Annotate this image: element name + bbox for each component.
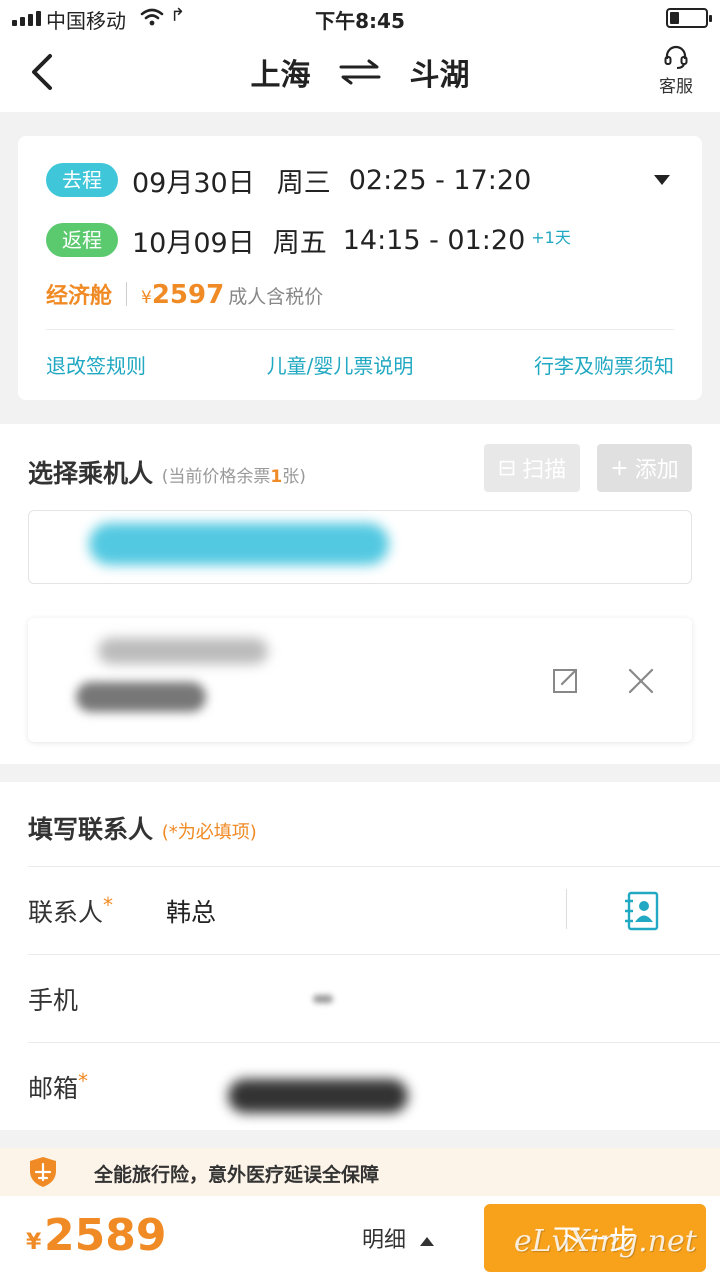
fare-note: 成人含税价 — [228, 286, 324, 308]
fare-currency: ¥ — [141, 288, 152, 308]
passenger-title: 选择乘机人 (当前价格余票1张) — [28, 454, 306, 490]
contact-name-field[interactable]: 韩总 — [166, 893, 216, 929]
contact-name-label: 联系人* — [28, 893, 113, 929]
add-label: 添加 — [634, 458, 679, 483]
fare-divider — [126, 282, 128, 306]
outbound-times: 02:25 - 17:20 — [348, 164, 532, 196]
field-divider — [566, 889, 567, 929]
email-label: 邮箱* — [28, 1069, 88, 1105]
return-date: 10月09日 — [132, 227, 255, 259]
service-label: 客服 — [659, 77, 693, 97]
delete-icon[interactable] — [628, 668, 654, 694]
fare-price: 2597 — [151, 280, 225, 310]
return-weekday: 周五 — [272, 227, 327, 259]
add-passenger-button[interactable]: + 添加 — [597, 444, 692, 492]
caret-up-icon — [420, 1236, 435, 1246]
swap-arrows-icon — [339, 59, 381, 85]
remaining-suffix: 张) — [282, 467, 306, 487]
headset-icon — [664, 45, 688, 69]
required-hint: (*为必填项) — [161, 822, 257, 843]
phone-label: 手机 — [28, 986, 79, 1015]
outbound-leg: 去程 09月30日 周三 02:25 - 17:20 — [46, 162, 532, 199]
required-mark: * — [103, 893, 114, 917]
return-times: 14:15 - 01:20 — [342, 224, 526, 256]
return-tag: 返程 — [46, 223, 118, 257]
redacted-passenger-name — [98, 638, 268, 664]
customer-service-button[interactable]: 客服 — [648, 44, 704, 97]
expand-triangle-icon[interactable] — [654, 174, 670, 186]
passenger-title-text: 选择乘机人 — [28, 459, 154, 488]
card-divider — [46, 329, 674, 330]
outbound-date: 09月30日 — [132, 167, 255, 199]
passenger-chip-area[interactable] — [28, 510, 692, 584]
plus-icon: + — [610, 455, 629, 481]
contact-name-label-text: 联系人 — [28, 898, 104, 927]
passenger-card — [28, 618, 692, 742]
policy-links: 退改签规则 儿童/婴儿票说明 行李及购票须知 — [46, 350, 674, 379]
total-price: 2589 — [44, 1210, 167, 1261]
destination-city: 斗湖 — [409, 58, 470, 93]
origin-city: 上海 — [250, 58, 311, 93]
total-currency: ¥ — [26, 1230, 42, 1255]
email-label-text: 邮箱 — [28, 1074, 79, 1103]
return-leg: 返程 10月09日 周五 14:15 - 01:20 +1天 — [46, 222, 571, 259]
required-mark: * — [78, 1069, 89, 1093]
next-step-label: 下一步 — [552, 1223, 637, 1256]
battery-level — [670, 12, 679, 24]
scan-icon: ⊟ — [497, 455, 517, 481]
nav-header: 上海 斗湖 客服 — [0, 36, 720, 112]
contact-title: 填写联系人 (*为必填项) — [28, 810, 257, 846]
insurance-banner[interactable]: 全能旅行险，意外医疗延误全保障 — [0, 1148, 720, 1196]
passenger-section: 选择乘机人 (当前价格余票1张) ⊟ 扫描 + 添加 — [0, 424, 720, 764]
redacted-passenger-chip — [89, 523, 389, 565]
checkout-bar: ¥ 2589 明细 下一步 — [0, 1196, 720, 1280]
clock: 下午8:45 — [315, 9, 405, 33]
remaining-prefix: (当前价格余票 — [161, 467, 271, 487]
redacted-email[interactable] — [228, 1079, 408, 1113]
phone-row: 手机 — [28, 954, 720, 1042]
trip-summary-card: 去程 09月30日 周三 02:25 - 17:20 返程 10月09日 周五 … — [18, 136, 702, 400]
route-title: 上海 斗湖 — [0, 50, 720, 94]
detail-label: 明细 — [362, 1228, 407, 1253]
shield-plane-icon — [30, 1157, 56, 1187]
edit-icon[interactable] — [552, 666, 580, 694]
scan-label: 扫描 — [522, 458, 567, 483]
outbound-tag: 去程 — [46, 163, 118, 197]
remaining-count: 1 — [270, 467, 283, 487]
next-step-button[interactable]: 下一步 — [484, 1204, 706, 1272]
remaining-tickets: (当前价格余票1张) — [162, 467, 306, 487]
contact-section: 填写联系人 (*为必填项) 联系人* 韩总 手机 邮箱* — [0, 782, 720, 1130]
status-bar: 中国移动 ↱ 下午8:45 — [0, 0, 720, 36]
refund-rules-link[interactable]: 退改签规则 — [46, 350, 146, 379]
contact-title-text: 填写联系人 — [28, 815, 154, 844]
insurance-text: 全能旅行险，意外医疗延误全保障 — [94, 1164, 380, 1186]
baggage-notice-link[interactable]: 行李及购票须知 — [534, 350, 674, 379]
day-offset: +1天 — [531, 228, 571, 247]
email-row: 邮箱* — [28, 1042, 720, 1130]
contact-book-icon[interactable] — [624, 891, 660, 931]
cabin-class: 经济舱 — [46, 284, 113, 309]
redacted-passenger-id — [76, 682, 206, 712]
contact-name-row: 联系人* 韩总 — [28, 866, 720, 954]
child-ticket-link[interactable]: 儿童/婴儿票说明 — [267, 350, 414, 379]
outbound-weekday: 周三 — [276, 167, 331, 199]
fare-row: 经济舱 ¥ 2597 成人含税价 — [46, 278, 323, 310]
battery-icon — [666, 8, 712, 28]
scan-button[interactable]: ⊟ 扫描 — [484, 444, 580, 492]
redacted-phone — [313, 995, 333, 1003]
price-detail-button[interactable]: 明细 — [362, 1222, 435, 1254]
